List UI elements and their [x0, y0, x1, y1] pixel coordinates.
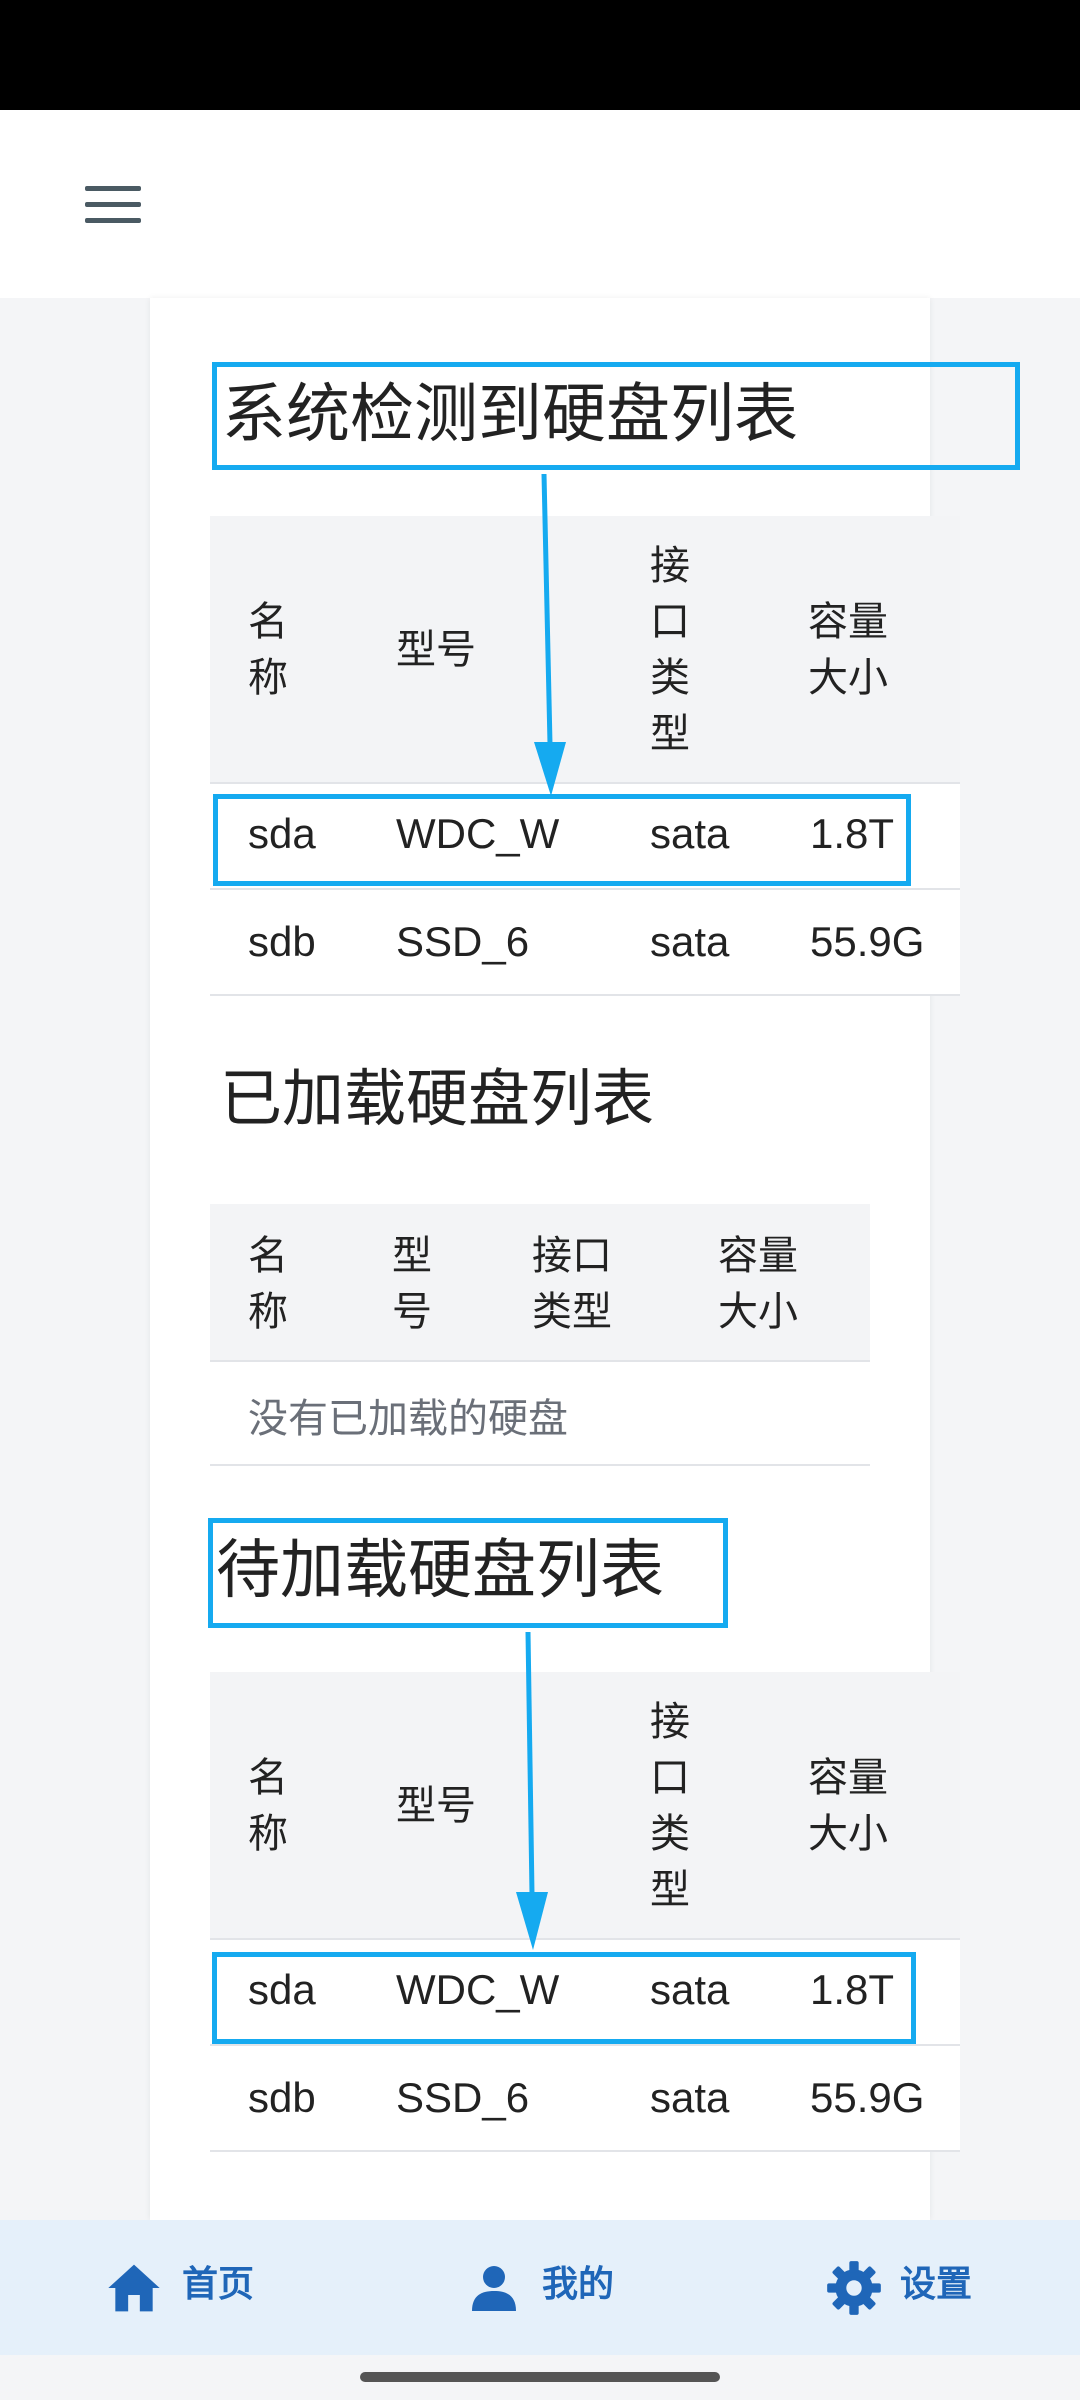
- header-capacity: 容量大小: [808, 599, 888, 701]
- empty-message: 没有已加载的硬盘: [248, 1396, 568, 1442]
- pending-title-highlight-box: [208, 1518, 728, 1628]
- status-bar: [0, 0, 1080, 110]
- detected-arrow-icon: [534, 473, 566, 796]
- detected-title-highlight-box: [212, 362, 1020, 470]
- content-card: 系统检测到硬盘列表 名称 型号 接口类型 容量大小 sda WDC_W sata…: [150, 298, 1020, 2220]
- cell-model: SSD_6: [396, 2074, 530, 2121]
- nav-settings-button[interactable]: 设置: [826, 2220, 1046, 2355]
- header-name: 名称: [248, 1233, 288, 1335]
- nav-settings-label: 设置: [900, 2264, 973, 2305]
- header-model: 型号: [396, 627, 476, 673]
- header-model: 型号: [392, 1233, 432, 1335]
- cell-name: sdb: [248, 918, 316, 965]
- cell-capacity: 55.9G: [810, 2074, 925, 2121]
- home-indicator[interactable]: [360, 2372, 720, 2382]
- person-icon: [472, 2266, 516, 2311]
- table-row[interactable]: sdb SSD_6 sata 55.9G: [210, 2046, 960, 2152]
- nav-home-button[interactable]: 首页: [100, 2220, 320, 2355]
- table-header: 名称 型号 接口类型 容量大小: [210, 1204, 870, 1362]
- gear-icon: [827, 2261, 881, 2315]
- header-name: 名称: [248, 1755, 288, 1857]
- detected-disk-table: 名称 型号 接口类型 容量大小 sda WDC_W sata 1.8T sdb …: [210, 516, 960, 1000]
- mounted-list-title: 已加载硬盘列表: [220, 1062, 655, 1135]
- header-interface: 接口类型: [532, 1233, 612, 1335]
- nav-mine-label: 我的: [542, 2264, 615, 2305]
- top-app-bar: [0, 110, 1080, 298]
- table-header: 名称 型号 接口类型 容量大小: [210, 1672, 960, 1940]
- pending-disk-table: 名称 型号 接口类型 容量大小 sda WDC_W sata 1.8T sdb …: [210, 1672, 960, 2156]
- bottom-navigation-bar: 首页 我的 设置: [0, 2220, 1080, 2355]
- pending-row-highlight-box: [212, 1952, 916, 2044]
- table-header: 名称 型号 接口类型 容量大小: [210, 516, 960, 784]
- header-name: 名称: [248, 599, 288, 701]
- hamburger-menu-icon[interactable]: [85, 186, 141, 224]
- empty-row: 没有已加载的硬盘: [210, 1362, 870, 1466]
- header-model: 型号: [396, 1783, 476, 1829]
- table-row[interactable]: sdb SSD_6 sata 55.9G: [210, 890, 960, 996]
- home-icon: [108, 2264, 160, 2312]
- cell-capacity: 55.9G: [810, 918, 925, 965]
- nav-home-label: 首页: [182, 2264, 255, 2305]
- header-interface: 接口类型: [650, 543, 690, 757]
- cell-model: SSD_6: [396, 918, 530, 965]
- cell-interface: sata: [650, 2074, 730, 2121]
- cell-name: sdb: [248, 2074, 316, 2121]
- cell-interface: sata: [650, 918, 730, 965]
- mounted-disk-table: 名称 型号 接口类型 容量大小 没有已加载的硬盘: [210, 1204, 870, 1468]
- pending-arrow-icon: [516, 1631, 548, 1950]
- header-capacity: 容量大小: [808, 1755, 888, 1857]
- detected-row-highlight-box: [213, 794, 911, 886]
- nav-mine-button[interactable]: 我的: [466, 2220, 686, 2355]
- header-capacity: 容量大小: [718, 1233, 798, 1335]
- header-interface: 接口类型: [650, 1699, 690, 1913]
